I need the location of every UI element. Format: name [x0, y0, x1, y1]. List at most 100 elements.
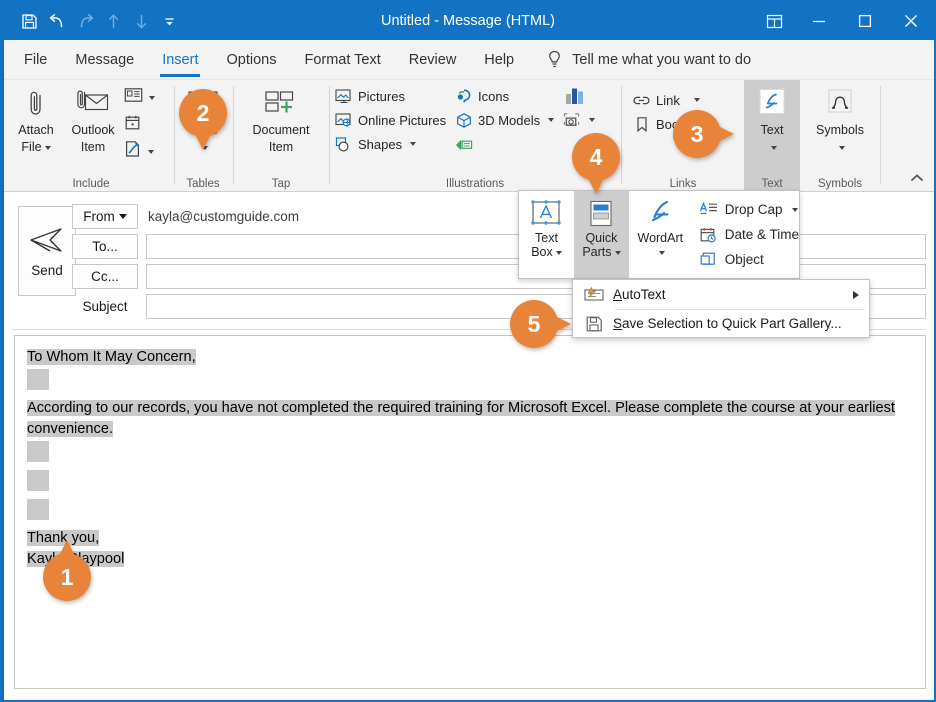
group-label-include: Include	[8, 178, 174, 190]
icons-button[interactable]: Icons	[451, 84, 559, 108]
tab-message[interactable]: Message	[61, 40, 148, 80]
chevron-down-icon[interactable]	[119, 214, 127, 219]
include-small-buttons	[122, 80, 155, 165]
customize-quick-access-icon[interactable]	[156, 8, 182, 34]
online-pictures-icon	[334, 111, 353, 130]
chevron-down-icon[interactable]	[659, 251, 665, 255]
ribbon-group-illustrations: Pictures Online Pictures Shapes	[331, 80, 619, 192]
chevron-down-icon[interactable]	[45, 146, 51, 150]
message-body-text[interactable]: To Whom It May Concern, According to our…	[27, 347, 913, 571]
text-box-button[interactable]: Text Box	[519, 191, 574, 278]
tell-me-search[interactable]: Tell me what you want to do	[546, 50, 751, 69]
calendar-icon	[124, 114, 141, 136]
redo-icon	[72, 8, 98, 34]
save-selection-label: Save Selection to Quick Part Gallery...	[613, 316, 842, 331]
document-item-button[interactable]: Document Item	[238, 80, 324, 154]
pictures-label: Pictures	[358, 89, 405, 104]
window-controls	[752, 2, 934, 40]
shapes-button[interactable]: Shapes	[331, 132, 451, 156]
document-item-icon	[263, 86, 299, 120]
object-button[interactable]: Object	[698, 247, 799, 272]
send-plane-icon	[28, 225, 66, 258]
tab-options[interactable]: Options	[212, 40, 290, 80]
smartart-icon	[454, 135, 473, 154]
text-box-label2: Box	[531, 245, 553, 259]
object-label: Object	[725, 252, 764, 267]
ribbon-display-options-icon[interactable]	[752, 2, 796, 40]
chevron-down-icon[interactable]	[771, 146, 777, 150]
save-icon[interactable]	[16, 8, 42, 34]
document-item-label: Document	[253, 123, 310, 137]
group-divider	[880, 86, 881, 184]
chevron-down-icon[interactable]	[548, 118, 554, 122]
minimize-button[interactable]	[796, 2, 842, 40]
3d-models-button[interactable]: 3D Models	[451, 108, 559, 132]
from-button[interactable]: From	[72, 204, 138, 229]
lightbulb-icon	[546, 50, 563, 69]
maximize-button[interactable]	[842, 2, 888, 40]
smartart-button[interactable]	[451, 132, 559, 156]
tab-review[interactable]: Review	[395, 40, 471, 80]
chevron-down-icon[interactable]	[792, 208, 798, 212]
date-time-icon	[698, 226, 719, 244]
group-label-links: Links	[623, 178, 743, 190]
tab-format-text[interactable]: Format Text	[290, 40, 394, 80]
chart-button[interactable]	[559, 84, 613, 108]
attach-file-button[interactable]: Attach File	[8, 80, 64, 154]
group-label-illustrations: Illustrations	[331, 178, 619, 190]
group-divider	[329, 86, 330, 184]
screenshot-button[interactable]	[559, 108, 613, 132]
chevron-down-icon[interactable]	[149, 96, 155, 100]
outlook-message-window: Untitled - Message (HTML) File Message I…	[0, 0, 936, 702]
tab-help[interactable]: Help	[470, 40, 528, 80]
message-body[interactable]: To Whom It May Concern, According to our…	[14, 335, 926, 689]
quick-parts-label: Quick	[585, 231, 617, 245]
icons-icon	[454, 87, 473, 106]
illustrations-col1: Pictures Online Pictures Shapes	[331, 80, 451, 156]
callout-badge-4: 4	[572, 133, 620, 181]
ribbon-tab-strip: File Message Insert Options Format Text …	[4, 40, 934, 80]
calendar-button[interactable]	[122, 111, 155, 138]
collapse-ribbon-icon[interactable]	[908, 170, 926, 186]
callout-badge-1: 1	[43, 553, 91, 601]
quick-parts-icon	[584, 197, 618, 231]
cc-button[interactable]: Cc...	[72, 264, 138, 289]
quick-access-toolbar	[2, 8, 182, 34]
close-button[interactable]	[888, 2, 934, 40]
chevron-down-icon[interactable]	[148, 150, 154, 154]
online-pictures-button[interactable]: Online Pictures	[331, 108, 451, 132]
quick-parts-button[interactable]: Quick Parts	[574, 191, 629, 278]
chevron-down-icon[interactable]	[615, 251, 621, 255]
chevron-down-icon[interactable]	[839, 146, 845, 150]
wordart-a-icon	[755, 86, 789, 120]
signature-button[interactable]	[122, 138, 155, 165]
menu-item-autotext[interactable]: AutoText	[573, 280, 869, 309]
tab-insert[interactable]: Insert	[148, 40, 212, 80]
send-button[interactable]: Send	[18, 206, 76, 296]
ribbon-group-symbols: Symbols Symbols	[804, 80, 876, 192]
business-card-button[interactable]	[122, 84, 155, 111]
symbols-button[interactable]: Symbols	[806, 80, 874, 154]
wordart-button[interactable]: WordArt	[629, 191, 692, 278]
text-box-icon	[525, 197, 567, 231]
date-time-button[interactable]: Date & Time	[698, 222, 799, 247]
outlook-item-button[interactable]: Outlook Item	[64, 80, 122, 154]
to-button[interactable]: To...	[72, 234, 138, 259]
chevron-down-icon[interactable]	[556, 251, 562, 255]
pictures-icon	[334, 87, 353, 106]
chevron-down-icon[interactable]	[589, 118, 595, 122]
pictures-button[interactable]: Pictures	[331, 84, 451, 108]
ribbon-group-text[interactable]: Text Text	[744, 80, 800, 192]
menu-item-save-selection[interactable]: Save Selection to Quick Part Gallery...	[573, 309, 869, 338]
chevron-down-icon[interactable]	[694, 98, 700, 102]
illustrations-col3	[559, 80, 613, 132]
outlook-item-label: Outlook	[71, 123, 114, 137]
undo-icon[interactable]	[44, 8, 70, 34]
chevron-down-icon[interactable]	[410, 142, 416, 146]
tab-file[interactable]: File	[10, 40, 61, 80]
link-button[interactable]: Link	[629, 88, 718, 112]
autotext-icon	[579, 286, 609, 304]
chart-icon	[562, 87, 588, 106]
drop-cap-button[interactable]: Drop Cap	[698, 197, 799, 222]
text-button[interactable]: Text	[745, 80, 799, 154]
